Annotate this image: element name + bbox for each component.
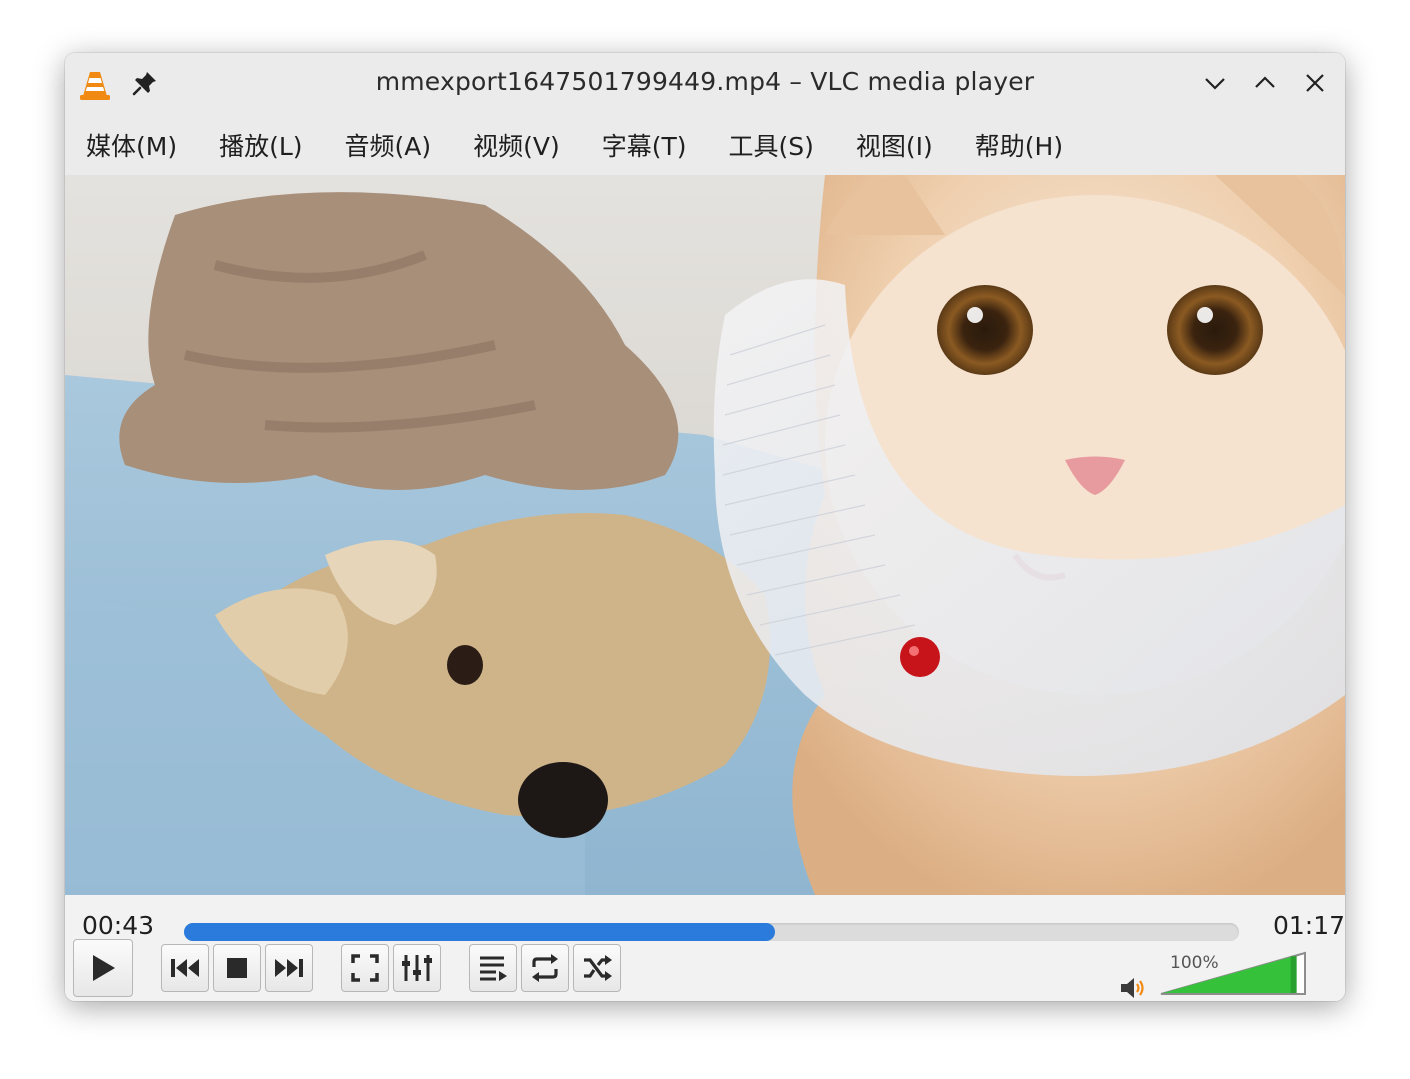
menu-help[interactable]: 帮助(H) (975, 127, 1063, 163)
shuffle-icon (584, 955, 612, 981)
stop-button[interactable] (213, 944, 261, 992)
video-display[interactable] (65, 175, 1345, 895)
random-button[interactable] (573, 944, 621, 992)
elapsed-time[interactable]: 00:43 (82, 911, 154, 940)
menu-view[interactable]: 视图(I) (856, 127, 933, 163)
total-time[interactable]: 01:17 (1273, 911, 1345, 940)
close-icon[interactable] (1302, 70, 1328, 96)
menu-video[interactable]: 视频(V) (473, 127, 560, 163)
previous-button[interactable] (161, 944, 209, 992)
next-button[interactable] (265, 944, 313, 992)
volume-slider-handle[interactable] (1290, 956, 1297, 993)
menu-playback[interactable]: 播放(L) (219, 127, 302, 163)
menu-tools[interactable]: 工具(S) (729, 127, 814, 163)
controls-panel: 00:43 01:17 100% (65, 895, 1345, 1001)
stop-icon (227, 958, 247, 978)
menu-media[interactable]: 媒体(M) (86, 127, 177, 163)
menu-audio[interactable]: 音频(A) (345, 127, 432, 163)
title-bar[interactable]: mmexport1647501799449.mp4 – VLC media pl… (65, 53, 1345, 115)
skip-previous-icon (171, 959, 199, 977)
menu-bar: 媒体(M) 播放(L) 音频(A) 视频(V) 字幕(T) 工具(S) 视图(I… (65, 115, 1345, 175)
volume-slider[interactable] (1159, 951, 1309, 997)
play-button[interactable] (73, 939, 133, 997)
window-title: mmexport1647501799449.mp4 – VLC media pl… (375, 67, 1035, 96)
loop-icon (532, 954, 558, 982)
skip-next-icon (275, 959, 303, 977)
video-frame (65, 175, 1345, 895)
seek-slider[interactable] (184, 923, 1239, 941)
extended-settings-button[interactable] (393, 944, 441, 992)
seek-slider-fill (184, 923, 775, 941)
equalizer-icon (402, 955, 432, 981)
chevron-up-icon[interactable] (1252, 70, 1278, 96)
chevron-down-icon[interactable] (1202, 70, 1228, 96)
vlc-window: mmexport1647501799449.mp4 – VLC media pl… (65, 53, 1345, 1001)
playlist-icon (480, 956, 507, 981)
speaker-icon[interactable] (1118, 973, 1148, 1001)
menu-subtitle[interactable]: 字幕(T) (602, 127, 687, 163)
play-icon (93, 955, 115, 981)
fullscreen-icon (351, 954, 379, 982)
playlist-button[interactable] (469, 944, 517, 992)
loop-button[interactable] (521, 944, 569, 992)
fullscreen-button[interactable] (341, 944, 389, 992)
